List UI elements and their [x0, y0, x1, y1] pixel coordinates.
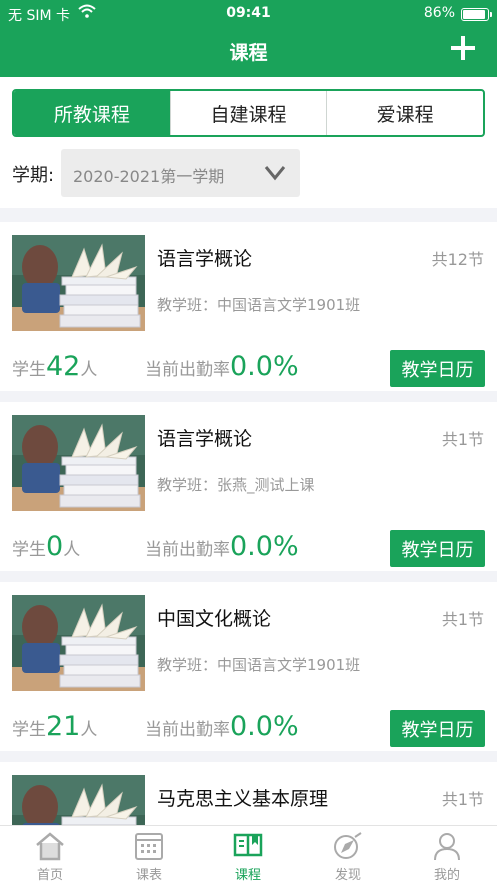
term-value: 2020-2021第一学期	[73, 167, 225, 186]
tab-label: 首页	[36, 868, 63, 883]
course-name: 语言学概论	[157, 248, 253, 270]
term-label: 学期:	[12, 165, 55, 186]
teaching-calendar-button[interactable]: 教学日历	[390, 350, 485, 387]
student-count: 学生42人	[12, 351, 97, 382]
compass-icon	[334, 832, 362, 859]
course-card[interactable]: 语言学概论 共1节 教学班：张燕_测试上课 学生0人 当前出勤率0.0% 教学日…	[0, 402, 497, 571]
person-icon	[434, 833, 460, 861]
tab-label: 我的	[433, 868, 460, 883]
status-time: 09:41	[226, 5, 271, 21]
lesson-count: 共1节	[441, 790, 484, 809]
book-icon	[233, 833, 263, 857]
lesson-count: 共1节	[441, 430, 484, 449]
tab-self-built-courses[interactable]: 自建课程	[171, 91, 328, 135]
students-number: 21	[46, 711, 81, 742]
students-suffix: 人	[63, 540, 81, 560]
students-prefix: 学生	[12, 360, 46, 380]
course-card[interactable]: 马克思主义基本原理 共1节	[0, 762, 497, 825]
plus-icon[interactable]	[451, 36, 475, 60]
battery-icon	[461, 8, 492, 21]
tab-courses[interactable]: 课程	[218, 826, 278, 883]
course-thumbnail	[12, 775, 145, 825]
students-prefix: 学生	[12, 540, 46, 560]
app-header: 无 SIM 卡 09:41 86% 课程	[0, 0, 497, 77]
tab-label: 课表	[135, 868, 162, 883]
course-card[interactable]: 中国文化概论 共1节 教学班：中国语言文学1901班 学生21人 当前出勤率0.…	[0, 582, 497, 751]
course-name: 马克思主义基本原理	[157, 788, 329, 810]
status-bar: 无 SIM 卡 09:41 86%	[0, 4, 497, 24]
course-thumbnail	[12, 595, 145, 691]
tab-home[interactable]: 首页	[20, 826, 80, 883]
students-prefix: 学生	[12, 720, 46, 740]
attendance-rate: 当前出勤率0.0%	[145, 531, 299, 562]
teaching-calendar-button[interactable]: 教学日历	[390, 710, 485, 747]
students-number: 42	[46, 351, 81, 382]
teaching-calendar-button[interactable]: 教学日历	[390, 530, 485, 567]
bottom-tab-bar: 首页 课表 课程 发现 我的	[0, 825, 497, 883]
chevron-down-icon	[264, 166, 286, 181]
attendance-rate: 当前出勤率0.0%	[145, 711, 299, 742]
rate-value: 0.0%	[230, 351, 299, 382]
course-tabs: 所教课程 自建课程 爱课程	[12, 89, 485, 137]
course-name: 中国文化概论	[157, 608, 272, 630]
course-name: 语言学概论	[157, 428, 253, 450]
filter-panel: 所教课程 自建课程 爱课程 学期: 2020-2021第一学期	[0, 77, 497, 208]
home-icon	[36, 832, 64, 861]
lesson-count: 共12节	[431, 250, 484, 269]
teaching-class: 教学班：中国语言文学1901班	[157, 296, 361, 314]
course-card[interactable]: 语言学概论 共12节 教学班：中国语言文学1901班 学生42人 当前出勤率0.…	[0, 222, 497, 391]
tab-label: 发现	[334, 868, 361, 883]
tab-mine[interactable]: 我的	[417, 826, 477, 883]
students-suffix: 人	[80, 720, 98, 740]
students-suffix: 人	[80, 360, 98, 380]
attendance-rate: 当前出勤率0.0%	[145, 351, 299, 382]
term-select[interactable]: 2020-2021第一学期	[61, 149, 300, 197]
rate-label: 当前出勤率	[145, 720, 230, 740]
tab-icourse[interactable]: 爱课程	[327, 91, 483, 135]
tab-taught-courses[interactable]: 所教课程	[14, 91, 171, 135]
student-count: 学生0人	[12, 531, 80, 562]
rate-value: 0.0%	[230, 711, 299, 742]
tab-schedule[interactable]: 课表	[119, 826, 179, 883]
battery-percent: 86%	[423, 5, 455, 21]
student-count: 学生21人	[12, 711, 97, 742]
rate-label: 当前出勤率	[145, 540, 230, 560]
rate-label: 当前出勤率	[145, 360, 230, 380]
rate-value: 0.0%	[230, 531, 299, 562]
teaching-class: 教学班：中国语言文学1901班	[157, 656, 361, 674]
course-thumbnail	[12, 235, 145, 331]
teaching-class: 教学班：张燕_测试上课	[157, 476, 315, 494]
students-number: 0	[46, 531, 64, 562]
course-thumbnail	[12, 415, 145, 511]
calendar-icon	[135, 833, 163, 860]
lesson-count: 共1节	[441, 610, 484, 629]
page-title: 课程	[229, 42, 268, 64]
tab-discover[interactable]: 发现	[318, 826, 378, 883]
tab-label: 课程	[234, 868, 261, 883]
